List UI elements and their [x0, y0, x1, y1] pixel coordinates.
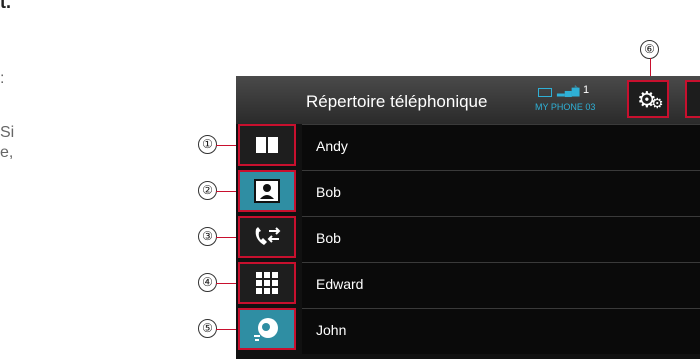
page-text-fragment: :	[0, 70, 5, 87]
contact-row[interactable]: Edward	[302, 262, 700, 308]
small-gear-icon: ⚙	[651, 95, 664, 111]
contact-row[interactable]: John	[302, 308, 700, 354]
call-transfer-icon	[240, 218, 294, 256]
book-icon	[240, 126, 294, 164]
extra-header-button[interactable]	[685, 80, 700, 118]
contact-row[interactable]: Bob	[302, 216, 700, 262]
keypad-button[interactable]	[238, 262, 296, 304]
contact-button[interactable]	[238, 170, 296, 212]
voice-icon	[240, 310, 294, 348]
page-text-fragment: Si	[0, 124, 15, 141]
callout-2: ②	[198, 181, 217, 200]
callout-1-leader	[216, 145, 238, 146]
page-title: Répertoire téléphonique	[306, 92, 488, 111]
header-bar: Répertoire téléphonique ▂▄▆ ᛒ 1 MY PHONE…	[236, 76, 700, 124]
voice-button[interactable]	[238, 308, 296, 350]
callout-3-leader	[216, 237, 238, 238]
callout-4: ④	[198, 273, 217, 292]
contact-name: Bob	[316, 184, 341, 200]
phonebook-screen: Répertoire téléphonique ▂▄▆ ᛒ 1 MY PHONE…	[236, 76, 700, 359]
contact-card-icon	[240, 172, 294, 210]
page-text-fragment: t.	[0, 0, 11, 12]
battery-icon	[538, 88, 552, 97]
page-text-fragment: e,	[0, 144, 14, 161]
contact-name: Bob	[316, 230, 341, 246]
callout-2-leader	[216, 191, 238, 192]
callout-5-leader	[216, 329, 238, 330]
callout-1: ①	[198, 135, 217, 154]
callout-6: ⑥	[640, 40, 659, 59]
keypad-icon	[240, 264, 294, 302]
settings-button[interactable]: ⚙ ⚙	[627, 80, 669, 118]
callout-3: ③	[198, 227, 217, 246]
callout-4-leader	[216, 283, 238, 284]
bluetooth-icon: ᛒ	[573, 85, 580, 97]
contact-row[interactable]: Andy	[302, 124, 700, 170]
phonebook-button[interactable]	[238, 124, 296, 166]
call-history-button[interactable]	[238, 216, 296, 258]
contact-name: Andy	[316, 138, 348, 154]
device-name: MY PHONE 03	[535, 102, 596, 112]
contact-name: John	[316, 322, 347, 338]
phone-number-indicator: 1	[583, 84, 590, 96]
callout-5: ⑤	[198, 319, 217, 338]
contact-row[interactable]: Bob	[302, 170, 700, 216]
contact-name: Edward	[316, 276, 364, 292]
